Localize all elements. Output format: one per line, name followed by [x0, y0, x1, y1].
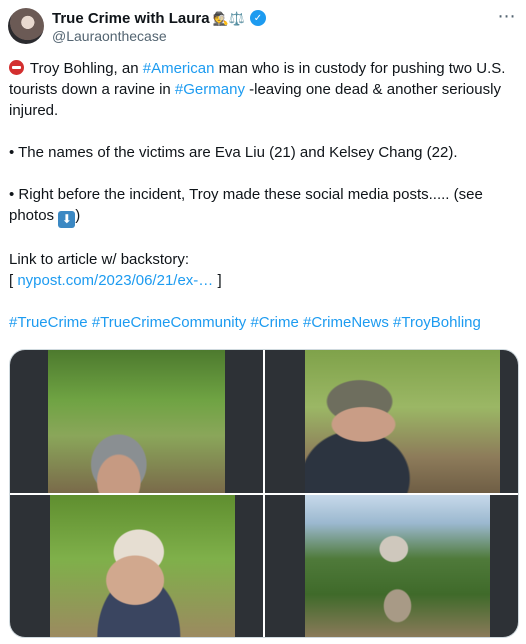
selfie-trail-photo	[48, 350, 225, 493]
photo-castle-viewpoint[interactable]	[265, 494, 518, 637]
tweet-bullet-victims: • The names of the victims are Eva Liu (…	[9, 144, 458, 161]
tweet-bullet-posts: • Right before the incident, Troy made t…	[9, 186, 483, 228]
hashtag-crimenews[interactable]: #CrimeNews	[303, 314, 389, 331]
link-label: Link to article w/ backstory:	[9, 251, 190, 268]
tweet-paragraph-1: Troy Bohling, an #American man who is in…	[9, 60, 506, 119]
article-link[interactable]: nypost.com/2023/06/21/ex-…	[17, 272, 213, 289]
detective-scales-emoji-icon: 🕵️⚖️	[212, 10, 245, 26]
author-display-name[interactable]: True Crime with Laura	[52, 10, 210, 27]
photo-selfie-trail[interactable]	[10, 350, 263, 493]
tweet-text: Troy Bohling, an #American man who is in…	[9, 58, 517, 333]
hashtag-truecrimecommunity[interactable]: #TrueCrimeCommunity	[92, 314, 246, 331]
castle-viewpoint-photo	[305, 494, 490, 637]
photo-selfie-forest-roots[interactable]	[265, 350, 518, 493]
verified-badge-icon[interactable]: ✓	[249, 10, 266, 26]
hashtag-germany[interactable]: #Germany	[175, 81, 245, 98]
author-name-row[interactable]: True Crime with Laura 🕵️⚖️ ✓	[52, 8, 266, 28]
hashtag-truecrime[interactable]: #TrueCrime	[9, 314, 88, 331]
selfie-white-cap-photo	[50, 494, 235, 637]
hashtag-troybohling[interactable]: #TroyBohling	[393, 314, 481, 331]
hashtag-american[interactable]: #American	[143, 60, 215, 77]
author-handle[interactable]: @Lauraonthecase	[52, 28, 167, 44]
down-arrow-emoji-icon: ⬇	[58, 211, 76, 228]
hashtag-crime[interactable]: #Crime	[250, 314, 298, 331]
tweet-header: True Crime with Laura 🕵️⚖️ ✓ @Lauraonthe…	[0, 0, 526, 56]
media-grid	[9, 349, 519, 638]
no-entry-emoji-icon	[9, 60, 24, 75]
article-link-line: [ nypost.com/2023/06/21/ex-… ]	[9, 272, 222, 289]
more-options-icon[interactable]: ⋯	[496, 6, 518, 26]
photo-selfie-white-cap[interactable]	[10, 494, 263, 637]
hashtag-line: #TrueCrime #TrueCrimeCommunity #Crime #C…	[9, 312, 517, 333]
avatar[interactable]	[8, 8, 44, 44]
selfie-forest-roots-photo	[305, 350, 500, 493]
